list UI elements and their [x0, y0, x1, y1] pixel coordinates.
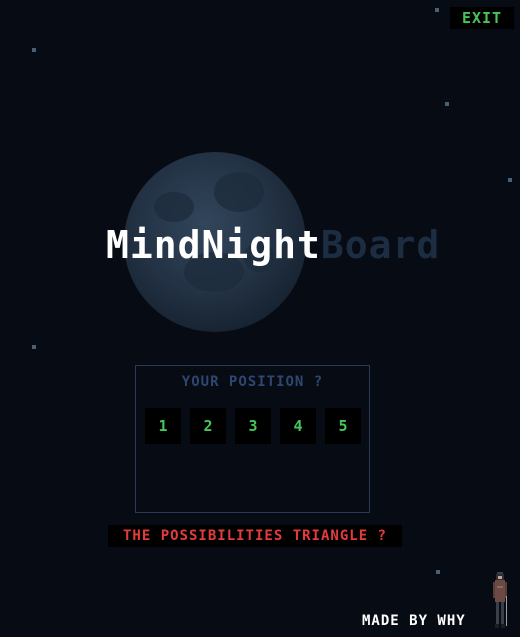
exit-button[interactable]: EXIT	[450, 7, 514, 29]
title-mindnight: MindNight	[106, 223, 321, 267]
position-heading: YOUR POSITION ?	[181, 374, 324, 390]
star-icon	[32, 48, 36, 52]
position-button-1[interactable]: 1	[145, 408, 181, 444]
position-panel: YOUR POSITION ? 1 2 3 4 5	[135, 365, 370, 513]
credit-text: MADE BY WHY	[362, 613, 466, 629]
star-icon	[445, 102, 449, 106]
character-sprite-icon	[493, 572, 507, 628]
star-icon	[32, 345, 36, 349]
position-button-5[interactable]: 5	[325, 408, 361, 444]
star-icon	[436, 570, 440, 574]
title-board: Board	[320, 223, 441, 267]
page-title: MindNightBoard	[106, 222, 440, 268]
star-icon	[508, 178, 512, 182]
position-button-2[interactable]: 2	[190, 408, 226, 444]
position-button-4[interactable]: 4	[280, 408, 316, 444]
position-button-3[interactable]: 3	[235, 408, 271, 444]
possibilities-triangle-button[interactable]: THE POSSIBILITIES TRIANGLE ?	[108, 525, 402, 547]
position-options: 1 2 3 4 5	[145, 408, 361, 444]
star-icon	[435, 8, 439, 12]
